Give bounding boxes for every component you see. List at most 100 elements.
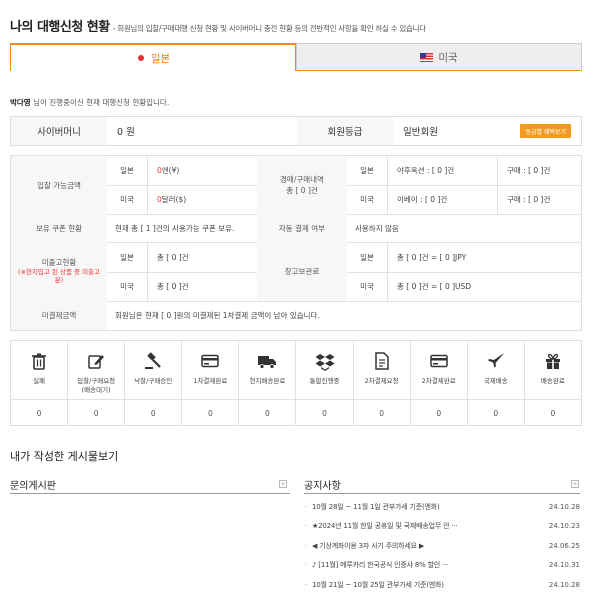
notice-item[interactable]: · 10월 21일 ~ 10월 25일 관부가세 기준(엔화) 24.10.28 (304, 575, 580, 595)
notice-title: ★2024년 11월 한일 공휴일 및 국제배송업무 안 ··· (312, 522, 458, 531)
inquiry-board-title[interactable]: 문의게시판 (10, 477, 56, 492)
usa-flag-icon (420, 52, 434, 62)
unstocked-japan-value: 총 [ 0 ]건 (157, 252, 189, 262)
notice-board-title[interactable]: 공지사항 (304, 477, 341, 492)
notice-title: 10월 28일 ~ 11월 1일 관부가세 기준(엔화) (312, 502, 440, 511)
card-icon (429, 354, 448, 368)
status-first-payment[interactable]: 1차결제완료 0 (182, 341, 240, 427)
notice-date: 24.10.28 (548, 502, 580, 511)
status-count: 0 (524, 399, 581, 427)
notice-title: ◀ 기상계좌이용 3자 사기 주의하세요 ▶ (312, 541, 425, 550)
cyber-money-value: 0 원 (107, 117, 297, 145)
ebay-count: 이베이 : [ 0 ]건 (397, 195, 448, 204)
notice-item[interactable]: · 10월 28일 ~ 11월 1일 관부가세 기준(엔화) 24.10.28 (304, 497, 580, 517)
status-count: 0 (68, 399, 125, 427)
grade-label: 회원등급 (327, 127, 363, 138)
status-label: 2차결제요청 (364, 377, 399, 385)
unpaid-label: 미결제금액 (11, 301, 107, 330)
status-icon-strip: 실패 0 입찰/구매요청 (배송대기) 0 낙찰/구매승인 0 1차결제완료 0 … (10, 340, 582, 426)
inquiry-more-icon[interactable]: + (279, 480, 287, 488)
notice-item[interactable]: · ★2024년 11월 한일 공휴일 및 국제배송업무 안 ··· 24.10.2… (304, 517, 580, 537)
unpaid-value: 회원님은 현재 [ 0 ]원의 미결제된 1차결제 금액이 남아 있습니다. (115, 311, 320, 320)
history-usa-label: 미국 (360, 195, 374, 204)
tab-usa[interactable]: 미국 (296, 43, 582, 71)
auto-pay-label: 자동 결제 여부 (257, 214, 347, 242)
status-label: 국제배송 (483, 377, 508, 385)
status-label: 낙찰/구매승인 (134, 377, 173, 385)
status-label: 1차결제완료 (193, 377, 228, 385)
japan-flag-icon (136, 53, 146, 63)
user-name: 박다영 (10, 98, 31, 107)
notice-item[interactable]: · ◀ 기상계좌이용 3자 사기 주의하세요 ▶ 24.06.25 (304, 536, 580, 556)
status-international-shipping[interactable]: 국제배송 0 (467, 341, 525, 427)
status-second-payment-done[interactable]: 2차결제완료 0 (410, 341, 468, 425)
status-label: 통합진행중 (309, 377, 340, 385)
bid-usa-unit: 달러($) (161, 195, 187, 204)
status-label: 배송완료 (540, 377, 565, 385)
status-count: 0 (11, 399, 68, 427)
auto-pay-value: 사용하지 않음 (355, 223, 399, 233)
status-count: 0 (296, 399, 353, 427)
bid-japan-label: 일본 (120, 166, 134, 175)
status-bid-request[interactable]: 입찰/구매요청 (배송대기) 0 (68, 341, 126, 427)
truck-icon (258, 356, 277, 369)
unstocked-usa-label: 미국 (120, 282, 134, 291)
status-count: 0 (239, 399, 296, 427)
col-divider (147, 242, 148, 301)
status-label: 현지배송완료 (249, 377, 286, 385)
greeting-text: 님이 진행중이신 현재 대행신청 현황입니다. (30, 98, 170, 107)
trash-icon (32, 353, 47, 370)
usa-buy-count: 구매 : [ 0 ]건 (507, 195, 551, 204)
notice-date: 24.10.23 (548, 522, 580, 531)
status-count: 0 (467, 399, 524, 427)
boxes-icon (315, 354, 335, 371)
history-label: 경매/구매내역 (280, 174, 324, 184)
status-label: 입찰/구매요청 (배송대기) (68, 377, 124, 395)
col-divider (147, 156, 148, 214)
bid-amount-label: 입찰 가능금액 (11, 156, 107, 214)
notice-title: 10월 21일 ~ 10월 25일 관부가세 기준(엔화) (312, 580, 444, 589)
gift-icon (545, 353, 560, 369)
unstocked-usa-value: 총 [ 0 ]건 (157, 282, 189, 291)
page-header: 나의 대행신청 현황 - 회원님의 입찰/구매대행 신청 현황 및 사이버머니 … (10, 16, 605, 32)
coupon-value: 현재 총 [ 1 ]건의 사용가능 쿠폰 보유. (115, 223, 235, 233)
plane-icon (487, 353, 504, 368)
bid-usa-amount: 0 달러($) (157, 185, 257, 214)
unstocked-japan-label: 일본 (120, 252, 134, 262)
status-detail-grid: 입찰 가능금액 일본 0 엔(¥) 미국 0 달러($) 경매/구매내역 총 [ 0… (10, 155, 582, 331)
status-count: 0 (182, 399, 239, 427)
status-local-delivered[interactable]: 현지배송완료 0 (239, 341, 297, 427)
status-consolidating[interactable]: 통합진행중 0 (296, 341, 354, 427)
yahoo-count: 야후옥션 : [ 0 ]건 (397, 166, 455, 175)
status-count: 0 (353, 399, 410, 427)
unstocked-label: 미출고현황 (41, 258, 77, 268)
storage-label: 창고보관료 (257, 242, 347, 301)
status-label: 실패 (33, 377, 46, 385)
bid-japan-amount: 0 엔(¥) (157, 156, 257, 185)
bid-japan-unit: 엔(¥) (161, 166, 180, 175)
status-label-sub: (배송대기) (81, 385, 111, 394)
document-icon (374, 352, 389, 370)
unstocked-note: (※현지입고 된 상품 중 미출고분) (17, 267, 101, 285)
tab-usa-label: 미국 (438, 51, 458, 64)
my-posts-title: 내가 작성한 게시물보기 (10, 450, 119, 463)
page-subtitle: - 회원님의 입찰/구매대행 신청 현황 및 사이버머니 충전 현황 등의 전반… (112, 24, 426, 32)
greeting: 박다영 님이 진행중이신 현재 대행신청 현황입니다. (10, 97, 169, 108)
status-fail[interactable]: 실패 0 (11, 341, 69, 427)
cyber-money-label: 사이버머니 (37, 127, 81, 138)
tab-japan[interactable]: 일본 (10, 43, 296, 71)
grade-benefit-button[interactable]: 등급별 혜택보기 (520, 124, 571, 138)
status-won[interactable]: 낙찰/구매승인 0 (125, 341, 183, 425)
tab-japan-label: 일본 (150, 52, 171, 65)
notice-item[interactable]: · ♪ [11월] 메루카리 한국공식 인증샤 8% 할인 ··· 24.10.31 (304, 556, 580, 576)
storage-usa-label: 미국 (360, 282, 374, 291)
history-total: 총 [ 0 ]건 (286, 186, 318, 195)
storage-japan-label: 일본 (360, 252, 374, 262)
notice-date: 24.10.28 (548, 580, 580, 589)
status-second-payment-request[interactable]: 2차결제요청 0 (353, 341, 411, 427)
inquiry-divider (10, 493, 290, 494)
notice-more-icon[interactable]: + (571, 480, 579, 488)
coupon-label: 보유 쿠폰 현황 (11, 214, 107, 242)
status-label-main: 입찰/구매요청 (77, 377, 116, 385)
status-delivered[interactable]: 배송완료 0 (524, 341, 581, 427)
